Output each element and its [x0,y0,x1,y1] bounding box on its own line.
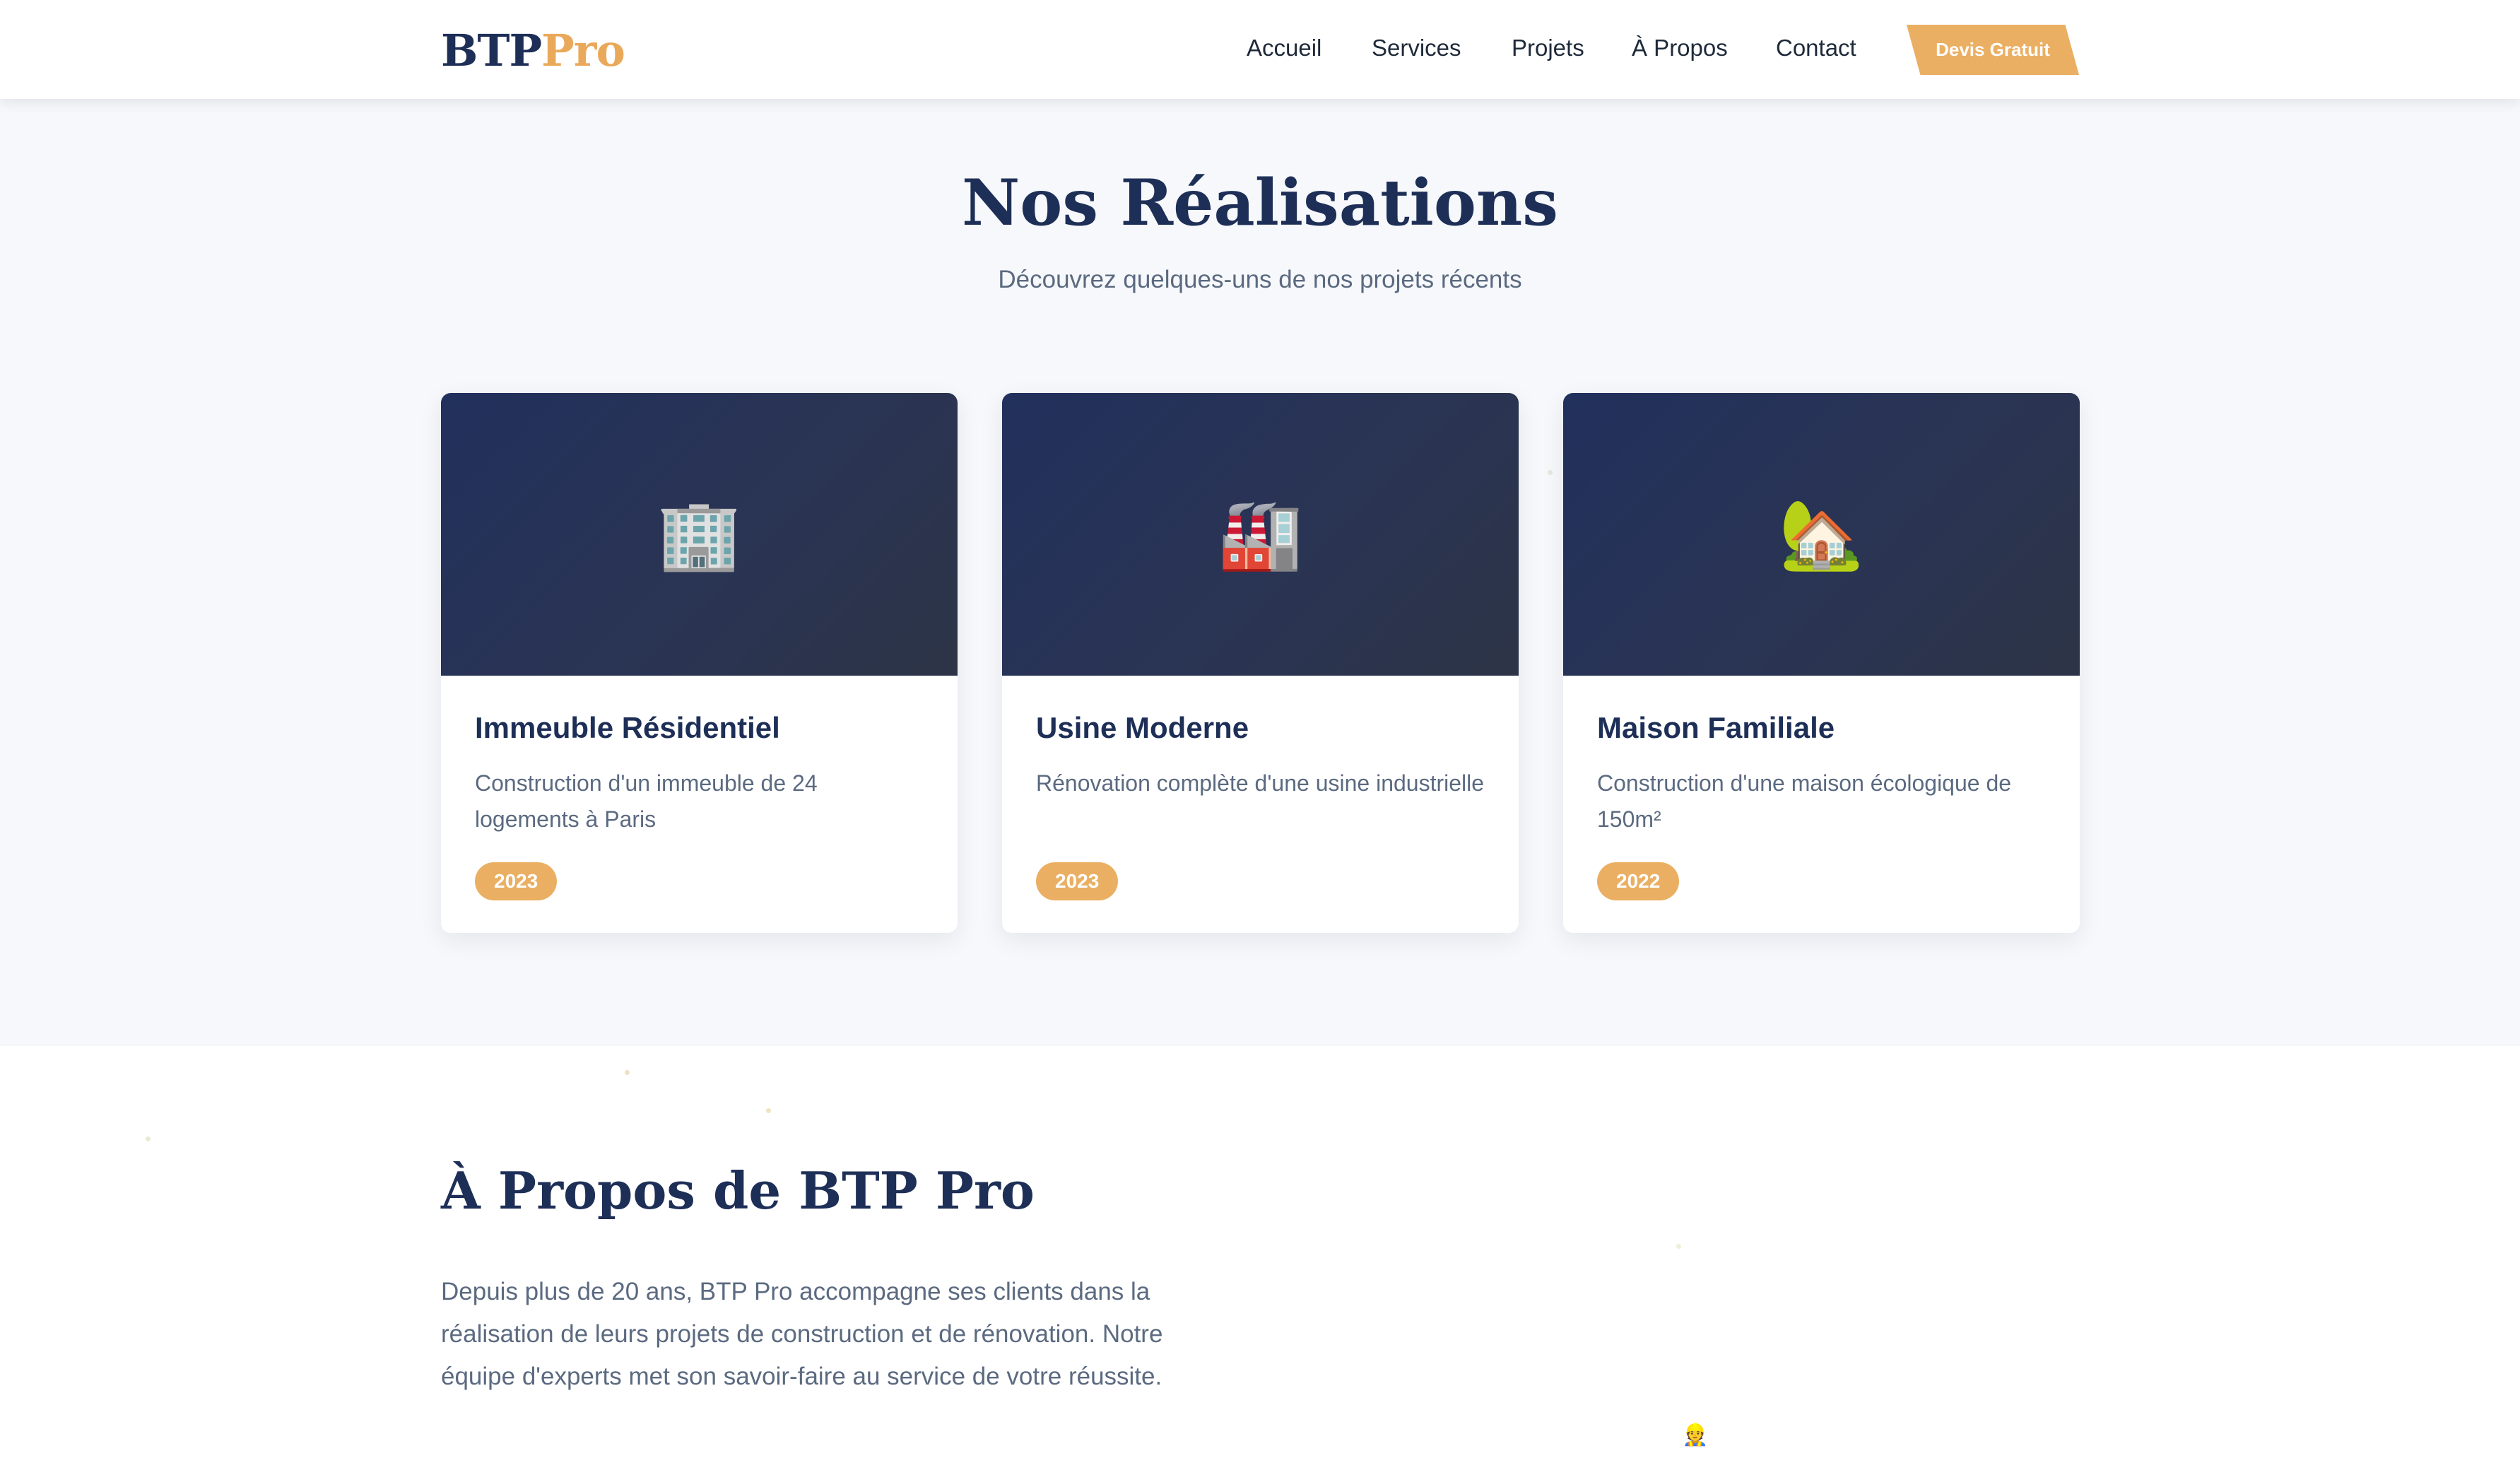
office-building-icon: 🏢 [657,495,742,574]
section-subtitle: Découvrez quelques-uns de nos projets ré… [998,266,1522,293]
brand-logo-part2: Pro [541,25,625,76]
project-card[interactable]: 🏢 Immeuble Résidentiel Construction d'un… [441,393,958,933]
project-image: 🏡 [1563,393,2080,676]
project-card[interactable]: 🏡 Maison Familiale Construction d'une ma… [1563,393,2080,933]
brand-logo[interactable]: BTPPro [441,25,625,76]
nav-item-services[interactable]: Services [1372,34,1461,62]
project-description: Construction d'un immeuble de 24 logemen… [475,770,818,832]
project-title: Immeuble Résidentiel [475,711,780,744]
project-image: 🏭 [1002,393,1519,676]
section-title: Nos Réalisations [962,165,1558,240]
decor-dot [146,1136,151,1141]
project-card[interactable]: 🏭 Usine Moderne Rénovation complète d'un… [1002,393,1519,933]
realisations-section: Nos Réalisations Découvrez quelques-uns … [0,99,2520,1046]
project-image: 🏢 [441,393,958,676]
factory-icon: 🏭 [1218,495,1303,574]
project-description: Rénovation complète d'une usine industri… [1036,770,1485,796]
decor-dot [1548,470,1553,475]
construction-worker-icon: 👷 [1682,1423,1709,1447]
house-with-garden-icon: 🏡 [1779,495,1864,574]
project-title: Usine Moderne [1036,711,1249,744]
page: BTPPro Accueil Services Projets À Propos… [0,0,2520,1463]
decor-dot [766,1108,771,1113]
nav-item-projets[interactable]: Projets [1512,34,1584,62]
about-text: Depuis plus de 20 ans, BTP Pro accompagn… [441,1278,1163,1390]
free-quote-button[interactable]: Devis Gratuit [1907,25,2079,75]
site-header: BTPPro Accueil Services Projets À Propos… [0,0,2520,99]
decor-dot [1676,1244,1681,1249]
nav-item-accueil[interactable]: Accueil [1247,34,1321,62]
decor-dot [625,1070,630,1075]
project-year-badge: 2023 [1036,862,1119,900]
project-title: Maison Familiale [1597,711,1835,744]
project-year-badge: 2022 [1597,862,1680,900]
brand-logo-part1: BTP [441,25,542,76]
about-title: À Propos de BTP Pro [441,1161,1035,1221]
project-year-badge: 2023 [475,862,558,900]
nav-item-a-propos[interactable]: À Propos [1632,34,1728,62]
project-description: Construction d'une maison écologique de … [1597,770,2012,832]
nav-item-contact[interactable]: Contact [1776,34,1856,62]
